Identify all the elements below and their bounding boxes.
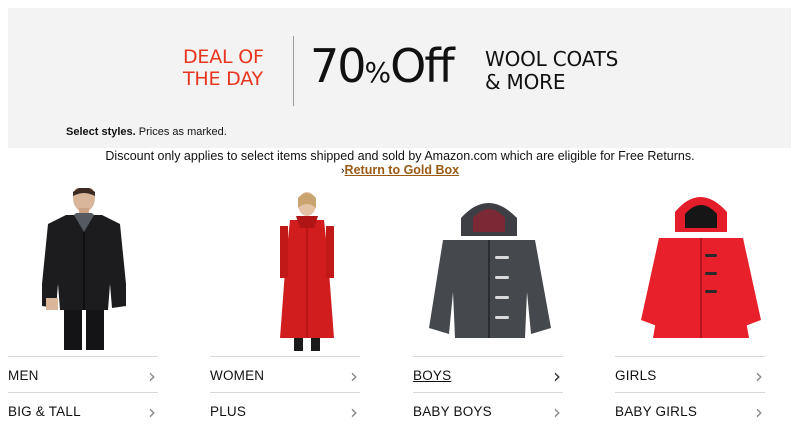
return-to-gold-box-link[interactable]: Return to Gold Box [345, 163, 460, 177]
banner-divider [293, 36, 294, 106]
mens-black-coat-image[interactable] [8, 188, 158, 353]
chevron-right-icon: › [755, 400, 763, 424]
girls-red-hooded-coat-image[interactable] [615, 188, 765, 353]
return-to-gold-box: ›Return to Gold Box [0, 163, 800, 177]
category-link-label: BIG & TALL [8, 404, 81, 419]
category-link-label: BABY BOYS [413, 404, 492, 419]
category-links-girls: GIRLS › BABY GIRLS › [615, 356, 765, 428]
category-link-baby-boys[interactable]: BABY BOYS › [413, 392, 563, 428]
category-links-boys: BOYS › BABY BOYS › [413, 356, 563, 428]
deal-line-1: DEAL OF [183, 46, 264, 68]
discount-word: Off [390, 39, 455, 93]
category-link-label: BOYS [413, 368, 452, 383]
product-headline: WOOL COATS & MORE [485, 48, 618, 94]
category-link-label: PLUS [210, 404, 247, 419]
category-link-baby-girls[interactable]: BABY GIRLS › [615, 392, 765, 428]
discount-number: 70 [310, 39, 367, 93]
category-link-plus[interactable]: PLUS › [210, 392, 360, 428]
product-line-2: & MORE [485, 70, 566, 94]
chevron-right-icon: › [553, 364, 561, 388]
category-link-girls[interactable]: GIRLS › [615, 356, 765, 392]
discount-headline: 70%Off [310, 39, 455, 99]
deal-of-the-day-label: DEAL OF THE DAY [183, 46, 293, 90]
boys-gray-hooded-coat-image[interactable] [413, 188, 563, 353]
category-link-boys[interactable]: BOYS › [413, 356, 563, 392]
discount-percent-symbol: % [364, 56, 392, 89]
chevron-right-icon: › [553, 400, 561, 424]
chevron-right-icon: › [755, 364, 763, 388]
category-link-women[interactable]: WOMEN › [210, 356, 360, 392]
category-link-label: GIRLS [615, 368, 657, 383]
deal-line-2: THE DAY [183, 68, 263, 90]
category-links-women: WOMEN › PLUS › [210, 356, 360, 428]
select-styles-bold: Select styles. [66, 126, 136, 138]
chevron-right-icon: › [148, 400, 156, 424]
category-link-label: WOMEN [210, 368, 265, 383]
category-link-label: MEN [8, 368, 39, 383]
chevron-right-icon: › [350, 364, 358, 388]
category-link-label: BABY GIRLS [615, 404, 698, 419]
category-link-big-and-tall[interactable]: BIG & TALL › [8, 392, 158, 428]
deal-banner[interactable]: DEAL OF THE DAY 70%Off WOOL COATS & MORE… [8, 8, 791, 148]
prices-as-marked: Prices as marked. [135, 126, 227, 138]
category-links-men: MEN › BIG & TALL › [8, 356, 158, 428]
category-link-men[interactable]: MEN › [8, 356, 158, 392]
womens-red-coat-image[interactable] [210, 188, 360, 353]
discount-disclaimer: Discount only applies to select items sh… [105, 149, 695, 163]
product-line-1: WOOL COATS [485, 47, 619, 71]
chevron-right-icon: › [350, 400, 358, 424]
chevron-right-icon: › [148, 364, 156, 388]
select-styles-note: Select styles. Prices as marked. [66, 126, 227, 138]
